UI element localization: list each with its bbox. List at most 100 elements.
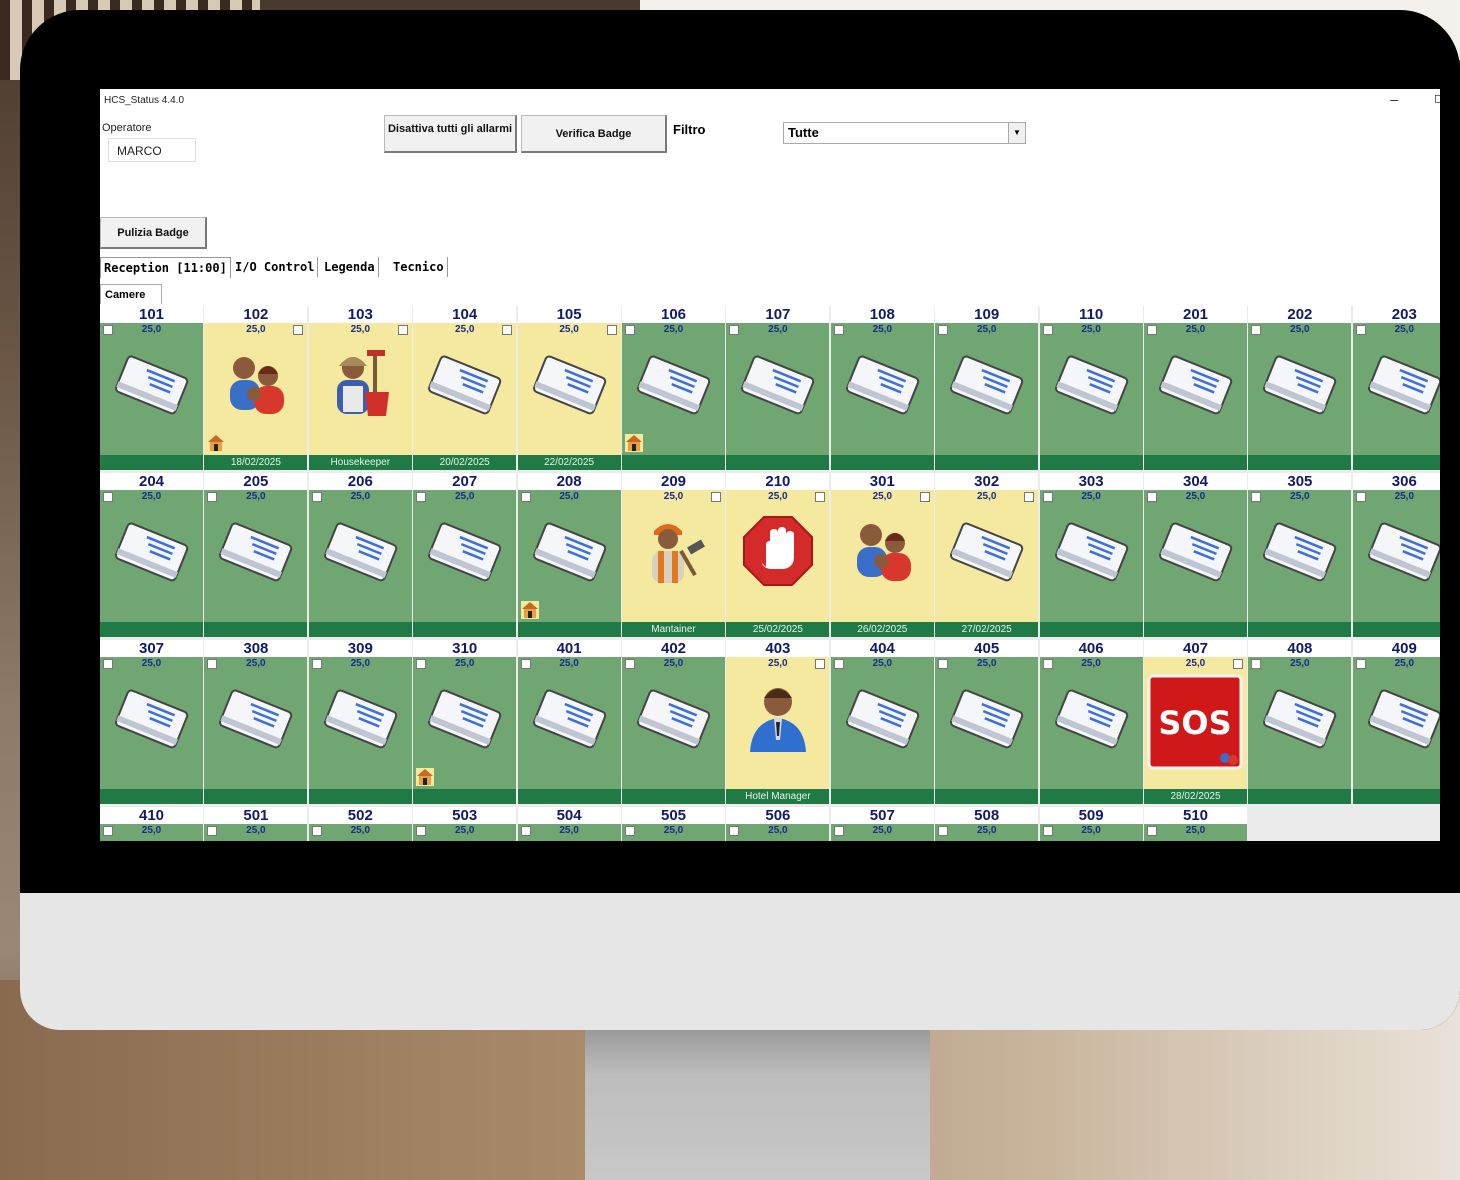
room-tile-110[interactable]: 110 25,0 [1039, 306, 1143, 470]
room-tile-405[interactable]: 405 25,0 [935, 640, 1039, 804]
room-tile-310[interactable]: 310 25,0 [413, 640, 517, 804]
room-tile-410[interactable]: 410 25,0 [100, 807, 203, 841]
room-tile-204[interactable]: 204 25,0 [100, 473, 203, 637]
room-tile-403[interactable]: 403 25,0 Hotel Manager [726, 640, 830, 804]
room-checkbox[interactable] [207, 659, 218, 669]
room-tile-502[interactable]: 502 25,0 [308, 807, 412, 841]
room-checkbox[interactable] [207, 492, 218, 502]
room-tile-307[interactable]: 307 25,0 [100, 640, 203, 804]
verify-badge-button[interactable]: Verifica Badge [521, 115, 667, 153]
room-checkbox[interactable] [520, 659, 531, 669]
room-tile-409[interactable]: 409 25,0 [1352, 640, 1440, 804]
room-checkbox[interactable] [1042, 659, 1053, 669]
room-checkbox[interactable] [103, 826, 113, 836]
filter-select[interactable]: Tutte ▼ [783, 122, 1026, 144]
room-checkbox[interactable] [1147, 826, 1157, 836]
tab-reception[interactable]: Reception [11:00] [100, 257, 231, 278]
chevron-down-icon[interactable]: ▼ [1008, 123, 1025, 143]
room-checkbox[interactable] [293, 325, 304, 335]
room-tile-106[interactable]: 106 25,0 [622, 306, 725, 470]
room-checkbox[interactable] [833, 659, 844, 669]
room-checkbox[interactable] [1251, 659, 1262, 669]
room-tile-509[interactable]: 509 25,0 [1039, 807, 1143, 841]
room-checkbox[interactable] [207, 826, 218, 836]
room-checkbox[interactable] [520, 826, 531, 836]
room-tile-401[interactable]: 401 25,0 [517, 640, 621, 804]
room-checkbox[interactable] [833, 826, 844, 836]
room-tile-301[interactable]: 301 25,0 26/02/2025 [830, 473, 934, 637]
room-tile-103[interactable]: 103 25,0 Housekeeper [308, 306, 412, 470]
room-tile-505[interactable]: 505 25,0 [622, 807, 725, 841]
room-checkbox[interactable] [938, 659, 949, 669]
room-checkbox[interactable] [103, 492, 113, 502]
room-tile-306[interactable]: 306 25,0 [1352, 473, 1440, 637]
room-tile-408[interactable]: 408 25,0 [1248, 640, 1352, 804]
room-tile-309[interactable]: 309 25,0 [308, 640, 412, 804]
room-checkbox[interactable] [625, 325, 635, 335]
room-tile-102[interactable]: 102 25,0 18/02/2025 [204, 306, 308, 470]
room-tile-506[interactable]: 506 25,0 [726, 807, 830, 841]
room-tile-104[interactable]: 104 25,0 20/02/2025 [413, 306, 517, 470]
room-checkbox[interactable] [938, 826, 949, 836]
room-tile-402[interactable]: 402 25,0 [622, 640, 725, 804]
room-tile-108[interactable]: 108 25,0 [830, 306, 934, 470]
room-checkbox[interactable] [711, 492, 721, 502]
room-checkbox[interactable] [1147, 492, 1157, 502]
room-checkbox[interactable] [625, 659, 635, 669]
room-checkbox[interactable] [416, 492, 427, 502]
room-checkbox[interactable] [625, 826, 635, 836]
room-checkbox[interactable] [919, 492, 930, 502]
room-tile-101[interactable]: 101 25,0 [100, 306, 203, 470]
room-checkbox[interactable] [815, 659, 826, 669]
room-tile-404[interactable]: 404 25,0 [830, 640, 934, 804]
room-checkbox[interactable] [1042, 826, 1053, 836]
room-tile-105[interactable]: 105 25,0 22/02/2025 [517, 306, 621, 470]
room-checkbox[interactable] [1024, 492, 1035, 502]
room-checkbox[interactable] [416, 826, 427, 836]
room-tile-508[interactable]: 508 25,0 [935, 807, 1039, 841]
room-tile-210[interactable]: 210 25,0 25/02/2025 [726, 473, 830, 637]
room-checkbox[interactable] [103, 325, 113, 335]
room-checkbox[interactable] [103, 659, 113, 669]
room-tile-302[interactable]: 302 25,0 27/02/2025 [935, 473, 1039, 637]
room-tile-308[interactable]: 308 25,0 [204, 640, 308, 804]
room-tile-207[interactable]: 207 25,0 [413, 473, 517, 637]
room-tile-205[interactable]: 205 25,0 [204, 473, 308, 637]
disable-alarms-button[interactable]: Disattiva tutti gli allarmi [384, 115, 517, 153]
room-tile-510[interactable]: 510 25,0 [1144, 807, 1247, 841]
room-checkbox[interactable] [1251, 325, 1262, 335]
badge-cleanup-button[interactable]: Pulizia Badge [100, 217, 207, 249]
room-tile-503[interactable]: 503 25,0 [413, 807, 517, 841]
room-tile-202[interactable]: 202 25,0 [1248, 306, 1352, 470]
room-checkbox[interactable] [1042, 325, 1053, 335]
room-tile-206[interactable]: 206 25,0 [308, 473, 412, 637]
tab-legenda[interactable]: Legenda [321, 257, 379, 277]
room-checkbox[interactable] [416, 659, 427, 669]
room-checkbox[interactable] [1042, 492, 1053, 502]
room-tile-109[interactable]: 109 25,0 [935, 306, 1039, 470]
room-checkbox[interactable] [729, 826, 740, 836]
room-checkbox[interactable] [815, 492, 826, 502]
room-tile-501[interactable]: 501 25,0 [204, 807, 308, 841]
room-checkbox[interactable] [1355, 325, 1366, 335]
room-tile-107[interactable]: 107 25,0 [726, 306, 830, 470]
room-checkbox[interactable] [1251, 492, 1262, 502]
room-checkbox[interactable] [729, 325, 740, 335]
room-checkbox[interactable] [502, 325, 513, 335]
minimize-button[interactable]: – [1390, 91, 1398, 107]
room-tile-203[interactable]: 203 25,0 [1352, 306, 1440, 470]
room-checkbox[interactable] [311, 826, 322, 836]
room-checkbox[interactable] [938, 325, 949, 335]
room-checkbox[interactable] [1233, 659, 1243, 669]
room-checkbox[interactable] [1147, 325, 1157, 335]
room-checkbox[interactable] [520, 492, 531, 502]
room-checkbox[interactable] [311, 659, 322, 669]
tab-tecnico[interactable]: Tecnico [390, 257, 448, 277]
room-checkbox[interactable] [606, 325, 617, 335]
room-tile-305[interactable]: 305 25,0 [1248, 473, 1352, 637]
room-tile-201[interactable]: 201 25,0 [1144, 306, 1247, 470]
room-tile-209[interactable]: 209 25,0 Mantainer [622, 473, 725, 637]
room-tile-507[interactable]: 507 25,0 [830, 807, 934, 841]
restore-button[interactable]: ◻ [1434, 91, 1440, 105]
tab-camere[interactable]: Camere [100, 284, 162, 304]
